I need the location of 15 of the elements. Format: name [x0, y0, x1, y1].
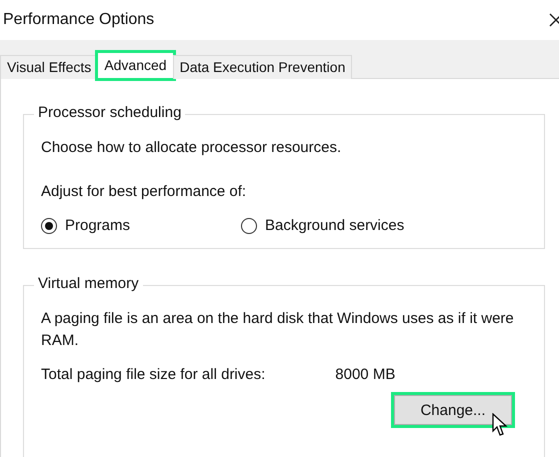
description-text: A paging file is an area on the hard disk that Windows uses as if it were RAM.: [41, 309, 515, 351]
group-title: Processor scheduling: [34, 104, 186, 121]
group-title: Virtual memory: [34, 275, 143, 292]
change-button[interactable]: Change...: [394, 395, 512, 425]
radio-option[interactable]: Programs: [41, 217, 241, 234]
tab[interactable]: Advanced: [97, 52, 174, 79]
radio-option[interactable]: Background services: [241, 217, 441, 234]
total-label: Total paging file size for all drives:: [41, 366, 266, 383]
window-title: Performance Options: [3, 11, 154, 29]
close-icon[interactable]: [549, 13, 559, 27]
description-text: Choose how to allocate processor resources.: [41, 138, 342, 158]
mouse-pointer-icon: [492, 413, 508, 437]
prompt-text: Adjust for best performance of:: [41, 182, 248, 202]
total-value: 8000 MB: [335, 366, 396, 383]
tab[interactable]: Data Execution Prevention: [172, 55, 352, 79]
